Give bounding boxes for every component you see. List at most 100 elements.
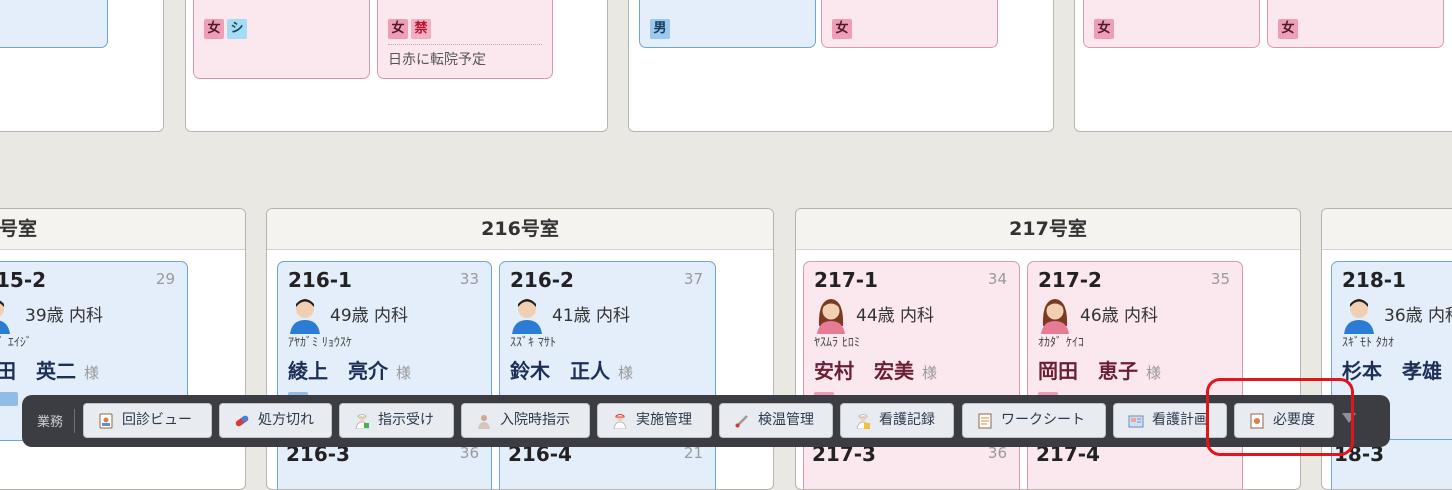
- worksheet-button[interactable]: ワークシート: [962, 403, 1106, 438]
- patient-number: 35: [1210, 270, 1230, 288]
- bed-number: 216-2: [510, 268, 574, 292]
- patient-name: 鈴木 正人様: [510, 359, 634, 383]
- tag-row: 女シ: [204, 17, 250, 39]
- button-label: 処方切れ: [258, 412, 314, 428]
- room-title: 号室: [0, 209, 245, 250]
- room-216: 216号室 216-1 33 49歳 内科 ｱﾔｶﾞﾐ ﾘｮｳｽｹ 綾上 亮介様…: [266, 208, 774, 490]
- nursing-record-button[interactable]: 看護記録: [840, 403, 954, 438]
- bed-number: 218-1: [1342, 268, 1406, 292]
- highlight-annotation: [1206, 378, 1354, 456]
- button-label: 実施管理: [636, 412, 692, 428]
- tag-row: 男: [650, 17, 673, 39]
- age-department: 41歳 内科: [552, 306, 631, 326]
- male-avatar-icon: [0, 300, 10, 334]
- nurse-check-icon: [613, 414, 627, 429]
- honorific: 様: [618, 364, 634, 382]
- honorific: 様: [922, 364, 938, 382]
- toolbar-divider: [74, 409, 75, 433]
- worksheet-icon: [978, 413, 992, 429]
- shi-tag: シ: [227, 19, 247, 39]
- patient-number: 29: [155, 270, 175, 288]
- female-tag: 女: [204, 19, 224, 39]
- room-top-1: [0, 0, 164, 132]
- room-title: 217号室: [796, 209, 1300, 250]
- button-label: 入院時指示: [500, 412, 570, 428]
- patient-card[interactable]: 女: [1267, 0, 1444, 48]
- room-top-2: 女シ 女禁 日赤に転院予定: [185, 0, 608, 132]
- male-tag: 男: [650, 19, 670, 39]
- room-top-4: 女 女: [1074, 0, 1452, 132]
- rounds-view-button[interactable]: 回診ビュー: [83, 403, 212, 438]
- status-marker: [0, 392, 18, 406]
- patient-name: 綾上 亮介様: [288, 359, 412, 383]
- room-title: [1322, 209, 1452, 250]
- patient-number: 37: [683, 270, 703, 288]
- male-avatar-icon: [290, 299, 320, 334]
- button-label: 指示受け: [378, 412, 434, 428]
- patient-card[interactable]: 女シ: [193, 0, 370, 79]
- patient-name: 安村 宏美様: [814, 359, 938, 383]
- female-tag: 女: [832, 19, 852, 39]
- bed-number: 216-1: [288, 268, 352, 292]
- temperature-management-button[interactable]: 検温管理: [719, 403, 833, 438]
- male-avatar-icon: [1344, 299, 1374, 334]
- patient-number: 34: [987, 270, 1007, 288]
- name-kana: ｵｶﾀﾞ ｹｲｺ: [1038, 335, 1084, 349]
- button-label: 看護記録: [879, 412, 935, 428]
- female-tag: 女: [1278, 19, 1298, 39]
- toolbar-label: 業務: [37, 415, 64, 430]
- capsule-icon: [235, 415, 249, 427]
- tag-row: 女禁: [388, 17, 434, 39]
- button-label: ワークシート: [1001, 412, 1085, 428]
- nurse-icon: [355, 414, 369, 429]
- forbidden-tag: 禁: [411, 19, 431, 39]
- female-tag: 女: [1094, 19, 1114, 39]
- receive-orders-button[interactable]: 指示受け: [339, 403, 454, 438]
- patient-card[interactable]: [0, 0, 108, 48]
- honorific: 様: [396, 364, 412, 382]
- patient-card[interactable]: 女: [821, 0, 998, 48]
- transfer-note: 日赤に転院予定: [388, 44, 542, 69]
- name-kana: ﾔｽﾑﾗ ﾋﾛﾐ: [814, 335, 860, 349]
- patient-name: 岡田 恵子様: [1038, 359, 1162, 383]
- clipboard-person-icon: [99, 413, 113, 429]
- age-department: 44歳 内科: [856, 306, 935, 326]
- age-department: 46歳 内科: [1080, 306, 1159, 326]
- admission-icon: [478, 415, 490, 429]
- female-tag: 女: [388, 19, 408, 39]
- patient-name: 田 英二様: [0, 359, 100, 383]
- room-215: 号室 15-2 29 39歳 内科 ｱｻﾀﾞ ｴｲｼﾞ 田 英二様: [0, 208, 246, 490]
- female-avatar-icon: [817, 299, 845, 334]
- honorific: 様: [84, 364, 100, 382]
- name-kana: ｽｷﾞﾓﾄ ﾀｶｵ: [1342, 335, 1394, 349]
- prescription-expired-button[interactable]: 処方切れ: [219, 403, 332, 438]
- honorific: 様: [1146, 364, 1162, 382]
- patient-name: 杉本 孝雄: [1342, 359, 1442, 383]
- admission-orders-button[interactable]: 入院時指示: [461, 403, 590, 438]
- female-avatar-icon: [1041, 299, 1069, 334]
- name-kana: ｱﾔｶﾞﾐ ﾘｮｳｽｹ: [288, 335, 352, 349]
- tag-row: 女: [832, 17, 855, 39]
- tag-row: 女: [1278, 17, 1301, 39]
- room-title: 216号室: [267, 209, 773, 250]
- patient-card[interactable]: 女: [1083, 0, 1260, 48]
- thermometer-icon: [735, 415, 748, 428]
- tag-row: 女: [1094, 17, 1117, 39]
- bed-number: 217-2: [1038, 268, 1102, 292]
- patient-card[interactable]: 女禁 日赤に転院予定: [377, 0, 553, 79]
- bed-number: 217-1: [814, 268, 878, 292]
- execution-management-button[interactable]: 実施管理: [597, 403, 712, 438]
- age-department: 39歳 内科: [25, 306, 104, 326]
- button-label: 検温管理: [758, 412, 814, 428]
- name-kana: ｱｻﾀﾞ ｴｲｼﾞ: [0, 335, 32, 349]
- nurse-record-icon: [856, 414, 870, 429]
- button-label: 回診ビュー: [122, 412, 192, 428]
- button-label: 看護計画: [1152, 412, 1208, 428]
- care-plan-icon: [1128, 415, 1144, 428]
- name-kana: ｽｽﾞｷ ﾏｻﾄ: [510, 335, 556, 349]
- bed-number: 15-2: [0, 268, 47, 292]
- age-department: 49歳 内科: [330, 306, 409, 326]
- task-toolbar: 業務 回診ビュー 処方切れ 指示受け 入院時指示 実施管理 検温管理 看護記録 …: [22, 395, 1390, 447]
- patient-number: 33: [459, 270, 479, 288]
- patient-card[interactable]: 男: [639, 0, 816, 48]
